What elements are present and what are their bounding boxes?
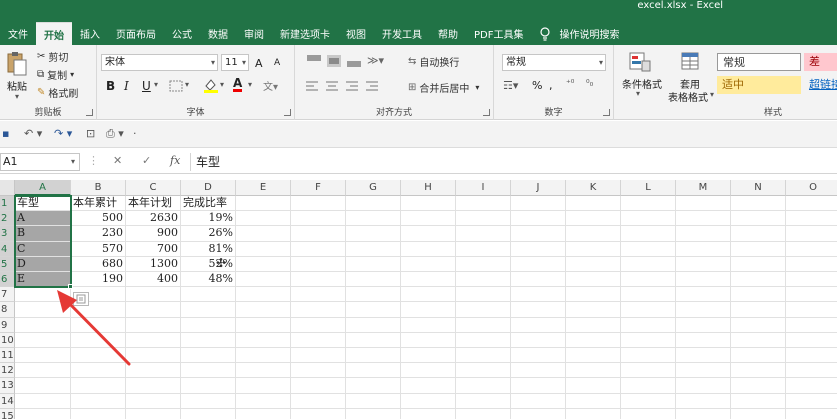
excel-window: excel.xlsx - Excel 文件 开始 插入 页面布局 公式 数据 审… (0, 0, 837, 419)
annotation-arrow (57, 290, 131, 366)
annotation-arrow-line (60, 294, 131, 366)
